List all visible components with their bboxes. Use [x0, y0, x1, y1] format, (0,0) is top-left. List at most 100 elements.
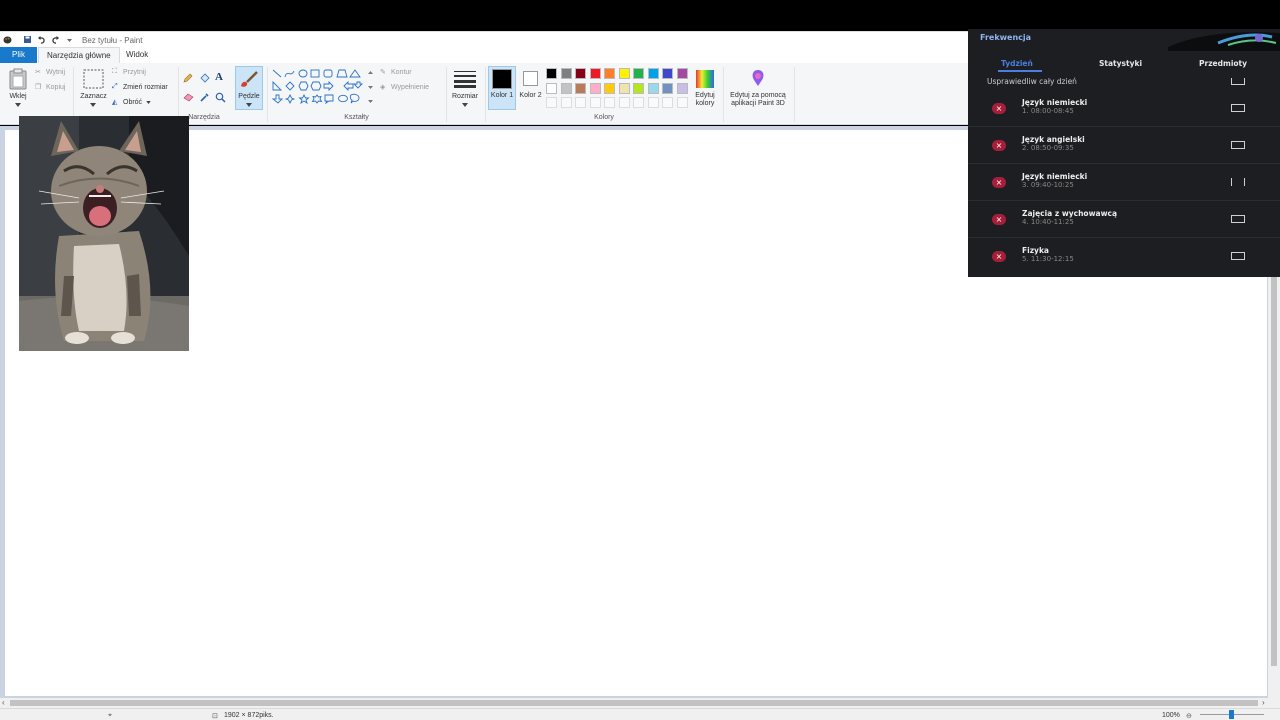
lesson-checkbox[interactable] — [1231, 178, 1245, 186]
zoom-out-icon[interactable]: ⊖ — [1186, 712, 1192, 720]
custom-palette-swatch[interactable] — [575, 97, 586, 108]
custom-palette-swatch[interactable] — [633, 97, 644, 108]
palette-swatch[interactable] — [560, 68, 572, 79]
lesson-row[interactable]: × Zajęcia z wychowawcą 4. 10:40-11:25 — [968, 201, 1280, 238]
select-icon[interactable] — [83, 69, 104, 89]
palette-swatch[interactable] — [560, 82, 572, 94]
crop-button[interactable]: Przytnij — [123, 69, 146, 76]
size-dropdown-icon[interactable] — [462, 103, 468, 107]
tab-file[interactable]: Plik — [0, 47, 37, 63]
rotate-button[interactable]: Obróć — [123, 99, 142, 106]
custom-palette-swatch[interactable] — [589, 97, 601, 108]
palette-swatch[interactable] — [662, 82, 673, 94]
save-icon[interactable] — [23, 35, 32, 44]
absent-icon: × — [992, 177, 1006, 188]
color2-button[interactable]: Kolor 2 — [518, 92, 543, 100]
paint3d-button[interactable]: Edytuj za pomocą aplikacji Paint 3D — [725, 92, 791, 108]
top-black-bar — [0, 0, 1280, 27]
palette-swatch[interactable] — [676, 68, 688, 79]
palette-swatch[interactable] — [604, 68, 615, 79]
palette-swatch[interactable] — [647, 82, 659, 94]
custom-palette-swatch[interactable] — [662, 97, 673, 108]
select-dropdown-icon[interactable] — [90, 103, 96, 107]
palette-swatch[interactable] — [618, 82, 630, 94]
text-tool-icon[interactable]: A — [215, 71, 223, 83]
scroll-left-icon[interactable]: ‹ — [2, 698, 5, 707]
lesson-checkbox[interactable] — [1231, 141, 1245, 149]
color-picker-icon[interactable] — [200, 92, 210, 102]
window-title: Bez tytułu - Paint — [82, 36, 143, 45]
custom-palette-swatch[interactable] — [647, 97, 659, 108]
paste-icon[interactable] — [9, 68, 27, 90]
palette-swatch[interactable] — [546, 82, 557, 94]
fill-button[interactable]: Wypełnienie — [391, 84, 429, 91]
lesson-checkbox[interactable] — [1231, 215, 1245, 223]
paste-dropdown-icon[interactable] — [15, 103, 21, 107]
size-icon[interactable] — [454, 70, 476, 88]
custom-palette-swatch[interactable] — [546, 97, 557, 108]
palette-swatch[interactable] — [589, 82, 601, 94]
scroll-right-icon[interactable]: › — [1262, 698, 1265, 707]
palette-swatch[interactable] — [676, 82, 688, 94]
redo-icon[interactable] — [51, 35, 60, 44]
zoom-slider-thumb[interactable] — [1229, 710, 1234, 719]
fill-bucket-icon[interactable] — [199, 73, 210, 83]
custom-palette-swatch[interactable] — [618, 97, 630, 108]
tab-statistics[interactable]: Statystyki — [1099, 59, 1142, 68]
shapes-scroll[interactable] — [368, 71, 373, 105]
paste-button[interactable]: Wklej — [6, 93, 30, 101]
palette-swatch[interactable] — [604, 82, 615, 94]
palette-swatch[interactable] — [575, 82, 586, 94]
lesson-time: 2. 08:50-09:35 — [1022, 144, 1074, 152]
absent-icon: × — [992, 103, 1006, 114]
cut-button[interactable]: Wytnij — [46, 69, 65, 76]
rotate-dropdown-icon[interactable] — [146, 101, 151, 104]
custom-palette-swatch[interactable] — [676, 97, 688, 108]
shapes-gallery[interactable] — [271, 68, 367, 108]
palette-swatch[interactable] — [546, 68, 557, 79]
undo-icon[interactable] — [37, 35, 46, 44]
palette-swatch[interactable] — [575, 68, 586, 79]
tab-week[interactable]: Tydzień — [1001, 59, 1033, 68]
palette-swatch[interactable] — [633, 82, 644, 94]
image-size-icon: ⊡ — [212, 713, 218, 720]
separator — [723, 67, 724, 122]
edit-colors-icon[interactable] — [695, 69, 715, 89]
pencil-icon[interactable] — [183, 73, 193, 83]
lesson-checkbox[interactable] — [1231, 104, 1245, 112]
excuse-whole-day-checkbox[interactable] — [1231, 78, 1245, 85]
edit-colors-button[interactable]: Edytuj kolory — [690, 92, 720, 108]
palette-swatch[interactable] — [618, 68, 630, 79]
lesson-checkbox[interactable] — [1231, 252, 1245, 260]
eraser-icon[interactable] — [183, 92, 194, 102]
lesson-time: 5. 11:30-12:15 — [1022, 255, 1074, 263]
lesson-row[interactable]: × Język niemiecki 3. 09:40-10:25 — [968, 164, 1280, 201]
horizontal-scroll-thumb[interactable] — [10, 700, 1258, 706]
magnifier-icon[interactable] — [215, 92, 226, 103]
tab-home[interactable]: Narzędzia główne — [38, 47, 120, 63]
lesson-row[interactable]: × Fizyka 5. 11:30-12:15 — [968, 238, 1280, 275]
size-button[interactable]: Rozmiar — [449, 93, 481, 101]
custom-palette-swatch[interactable] — [604, 97, 615, 108]
lesson-row[interactable]: × Język niemiecki 1. 08:00-08:45 — [968, 90, 1280, 127]
brushes-dropdown-icon[interactable] — [246, 103, 252, 107]
tab-view[interactable]: Widok — [118, 47, 156, 63]
palette-swatch[interactable] — [647, 68, 659, 79]
palette-swatch[interactable] — [589, 68, 601, 79]
select-button[interactable]: Zaznacz — [78, 93, 109, 101]
quick-access-dropdown-icon[interactable] — [65, 35, 74, 44]
custom-palette-swatch[interactable] — [560, 97, 572, 108]
colors-group-label: Kolory — [594, 114, 614, 121]
palette-swatch[interactable] — [662, 68, 673, 79]
outline-button[interactable]: Kontur — [391, 69, 412, 76]
resize-button[interactable]: Zmień rozmiar — [123, 84, 168, 91]
paint3d-icon[interactable] — [750, 69, 766, 87]
palette-swatch[interactable] — [633, 68, 644, 79]
decorative-header-art — [1168, 32, 1280, 51]
tab-subjects[interactable]: Przedmioty — [1199, 59, 1247, 68]
copy-button[interactable]: Kopiuj — [46, 84, 65, 91]
horizontal-scrollbar[interactable]: ‹ › — [0, 698, 1280, 708]
color2-swatch[interactable] — [523, 71, 538, 86]
lesson-row[interactable]: × Język angielski 2. 08:50-09:35 — [968, 127, 1280, 164]
attendance-overlay: Frekwencja Tydzień Statystyki Przedmioty… — [968, 29, 1280, 277]
